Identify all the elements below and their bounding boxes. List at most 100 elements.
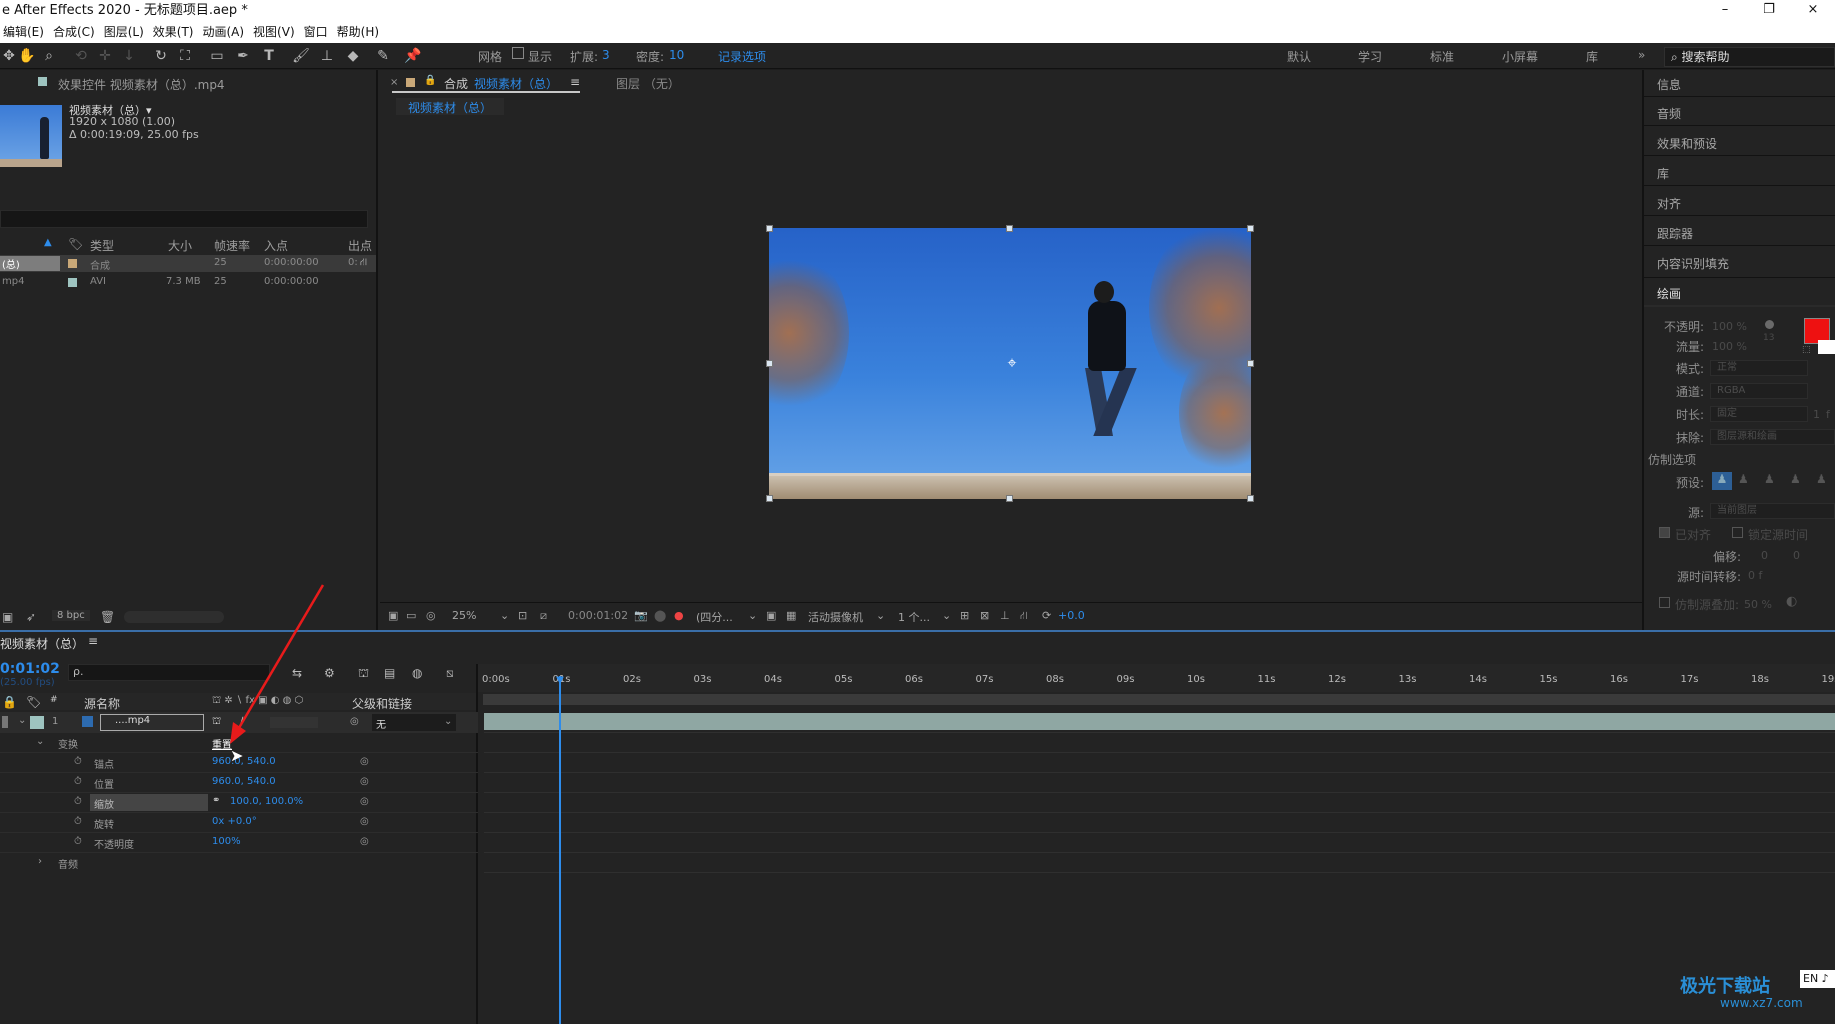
workspace-small-screen[interactable]: 小屏幕 [1502, 48, 1538, 65]
clone-preset-5-icon[interactable]: ♟ [1816, 472, 1827, 486]
clone-overlay-value[interactable]: 50 % [1744, 598, 1772, 611]
property-value[interactable]: 0x +0.0° [212, 816, 257, 827]
zoom-icon[interactable]: ⌕ [40, 47, 58, 65]
layer-label-swatch[interactable] [30, 716, 44, 729]
align-tab[interactable]: 对齐 [1657, 195, 1681, 212]
exposure-value[interactable]: +0.0 [1058, 609, 1085, 622]
hand-icon[interactable]: ✋ [18, 47, 36, 65]
chevron-down-icon[interactable]: ⌄ [748, 609, 757, 622]
camera-dropdown[interactable]: 活动摄像机 [808, 609, 863, 625]
transform-handle[interactable] [766, 225, 773, 232]
chevron-down-icon[interactable]: ⌄ [36, 736, 44, 747]
project-row[interactable]: mp4 AVI 7.3 MB 25 0:00:00:00 [0, 274, 376, 291]
workspace-standard[interactable]: 标准 [1430, 48, 1454, 65]
property-value[interactable]: 100.0, 100.0% [230, 796, 303, 807]
orbit-icon[interactable]: ⟲ [72, 47, 90, 65]
graph-editor-icon[interactable]: ⧅ [446, 666, 454, 681]
shy-switch-icon[interactable]: ⛫ [212, 716, 221, 729]
timeline-icon[interactable]: ⊥ [1000, 609, 1010, 622]
stopwatch-icon[interactable]: ⏱ [74, 836, 82, 847]
channel-dropdown[interactable]: RGBA [1710, 383, 1808, 399]
menu-window[interactable]: 窗口 [301, 22, 334, 43]
resolution-dropdown[interactable]: (四分... [696, 609, 733, 625]
layer-duration-bar[interactable] [484, 713, 1835, 730]
stopwatch-icon[interactable]: ⏱ [74, 816, 82, 827]
close-tab-icon[interactable]: × [390, 77, 398, 88]
quality-switch-icon[interactable]: ∕ [240, 716, 243, 727]
puppet-pin-icon[interactable]: 📌 [404, 47, 422, 65]
chevron-right-icon[interactable]: › [38, 856, 42, 867]
density-value[interactable]: 10 [669, 48, 684, 62]
reset-exposure-icon[interactable]: ⟳ [1042, 609, 1051, 622]
playhead-icon[interactable]: ▼ [553, 676, 567, 686]
content-aware-fill-tab[interactable]: 内容识别填充 [1657, 255, 1729, 272]
bpc-button[interactable]: 8 bpc [52, 610, 90, 621]
transform-handle[interactable] [766, 360, 773, 367]
expression-pickwhip-icon[interactable]: ◎ [360, 796, 369, 807]
parent-link-column[interactable]: 父级和链接 [352, 695, 412, 712]
region-of-interest-icon[interactable]: ▣ [766, 609, 776, 622]
pick-whip-icon[interactable]: ◎ [350, 716, 359, 727]
comp-tab[interactable]: 视频素材（总） [474, 75, 558, 92]
menu-help[interactable]: 帮助(H) [334, 22, 385, 43]
col-in-point[interactable]: 入点 [264, 237, 288, 254]
flowchart-icon[interactable]: ⛙ [1020, 609, 1028, 624]
channel-icon[interactable]: ● [674, 609, 684, 622]
chevron-down-icon[interactable]: ⌄ [500, 609, 509, 622]
lock-column-icon[interactable]: 🔒 [2, 695, 17, 709]
transform-handle[interactable] [1247, 360, 1254, 367]
show-checkbox[interactable] [512, 47, 524, 59]
motion-blur-icon[interactable]: ◍ [412, 666, 422, 680]
thumbnail-slider[interactable] [124, 611, 224, 623]
anchor-point-icon[interactable]: ⌖ [1004, 355, 1020, 371]
property-value[interactable]: 960.0, 540.0 [212, 756, 276, 767]
text-icon[interactable]: T [260, 47, 278, 65]
sort-up-icon[interactable]: ▲ [44, 237, 52, 248]
lock-icon[interactable]: 🔒 [424, 75, 436, 86]
duration-frames[interactable]: 1 [1813, 408, 1820, 421]
workspace-default[interactable]: 默认 [1287, 48, 1311, 65]
clone-preset-1-icon[interactable]: ♟ [1712, 472, 1732, 490]
new-folder-icon[interactable]: ➶ [26, 610, 36, 624]
clone-overlay-checkbox[interactable] [1659, 597, 1670, 608]
tracker-tab[interactable]: 跟踪器 [1657, 225, 1693, 242]
record-options-link[interactable]: 记录选项 [718, 48, 766, 65]
audio-group-row[interactable]: › 音频 [0, 852, 478, 872]
aligned-checkbox[interactable] [1659, 527, 1670, 538]
source-dropdown[interactable]: 当前图层 [1710, 503, 1835, 519]
fit-icon[interactable]: ⊡ [518, 609, 527, 622]
swap-colors-icon[interactable]: ⬚ [1802, 345, 1811, 355]
timeline-search-input[interactable]: ρ. [68, 664, 270, 681]
zoom-dropdown[interactable]: 25% [452, 609, 476, 622]
menu-animation[interactable]: 动画(A) [199, 22, 250, 43]
source-name-column[interactable]: 源名称 [84, 695, 120, 712]
comp-breadcrumb[interactable]: 视频素材（总） [396, 98, 505, 115]
transform-handle[interactable] [1247, 225, 1254, 232]
comp-mini-flowchart-icon[interactable]: ⇆ [292, 666, 302, 680]
opacity-value[interactable]: 100 % [1712, 320, 1747, 333]
col-fps[interactable]: 帧速率 [214, 237, 250, 254]
snapshot-icon[interactable]: 📷 [634, 609, 648, 622]
expression-pickwhip-icon[interactable]: ◎ [360, 756, 369, 767]
eraser-icon[interactable]: ◆ [344, 47, 362, 65]
transform-handle[interactable] [1006, 225, 1013, 232]
info-panel-tab[interactable]: 信息 [1657, 76, 1681, 93]
col-out-point[interactable]: 出点 [348, 237, 372, 254]
property-value[interactable]: 100% [212, 836, 241, 847]
menu-layer[interactable]: 图层(L) [101, 22, 150, 43]
flow-value[interactable]: 100 % [1712, 340, 1747, 353]
audio-panel-tab[interactable]: 音频 [1657, 105, 1681, 122]
menu-edit[interactable]: 编辑(E) [0, 22, 50, 43]
search-help-input[interactable]: ⌕ 搜索帮助 [1664, 47, 1835, 67]
move-icon[interactable]: ✥ [0, 47, 18, 65]
safe-area-icon[interactable]: ⧄ [540, 609, 547, 623]
panel-menu-icon[interactable]: ≡ [88, 634, 98, 648]
panel-menu-icon[interactable]: ≡ [570, 75, 580, 89]
flowchart-icon[interactable]: ⛙ [360, 257, 367, 270]
stopwatch-icon[interactable]: ⏱ [74, 776, 82, 787]
difference-mode-icon[interactable]: ◐ [1786, 594, 1797, 609]
workspace-learn[interactable]: 学习 [1358, 48, 1382, 65]
menu-effect[interactable]: 效果(T) [150, 22, 200, 43]
chevron-down-icon[interactable]: ⌄ [942, 609, 951, 622]
pan-behind-icon[interactable]: ⛶ [176, 47, 194, 65]
